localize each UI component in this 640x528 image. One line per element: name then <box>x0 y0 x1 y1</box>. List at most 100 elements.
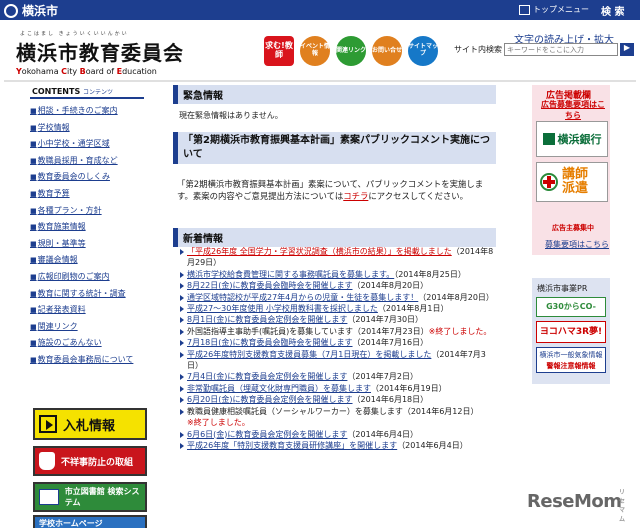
city-name: 横浜市 <box>22 4 59 18</box>
sidebar-item-budget[interactable]: 教育予算 <box>30 186 144 203</box>
news-item: 通学区域特認校が平成27年4月からの児童・生徒を募集します！（2014年8月20… <box>179 292 497 303</box>
sidebar-item-council[interactable]: 審議会情報 <box>30 252 144 269</box>
news-link[interactable]: 8月1日(金)に教育委員会定例会を開催します <box>187 315 347 324</box>
g30-banner[interactable]: G30からCO-DO30へ <box>536 297 606 329</box>
red-cross-icon <box>540 173 558 191</box>
yokohama-3r-banner[interactable]: ヨコハマ3R夢! <box>536 321 606 343</box>
bank-logo-icon <box>542 133 555 145</box>
news-ended: ※終了しました。 <box>187 418 250 428</box>
news-link[interactable]: 6月6日(金)に教育委員会定例会を開催します <box>187 430 347 439</box>
news-item: 7月4日(金)に教育委員会定例会を開催します（2014年7月2日） <box>179 371 497 382</box>
news-link[interactable]: 平成26年度「特別支援教育支援員研修講座」を開催します <box>187 441 397 450</box>
sidebar-item-board-structure[interactable]: 教育委員会のしくみ <box>30 169 144 186</box>
news-link[interactable]: 非常勤嘱託員（埋蔵文化財専門職員）を募集します <box>187 384 371 393</box>
sidebar-item-plans[interactable]: 各種プラン・方針 <box>30 203 144 220</box>
news-item: 平成26年度特別支援教育支援員募集（7月1日現在）を掲載しました（2014年7月… <box>179 349 497 372</box>
home-icon <box>519 4 530 15</box>
related-links-button[interactable]: 関連リンク <box>336 36 366 66</box>
contact-button[interactable]: お問い合せ <box>372 36 402 66</box>
search-button[interactable]: ▶ <box>620 43 634 56</box>
lecturer-dispatch-ad[interactable]: 講師 派遣 <box>536 162 608 202</box>
notice-heading: 「第2期横浜市教育振興基本計画」素案パブリックコメント実施について <box>173 132 496 164</box>
search-input[interactable] <box>504 43 618 56</box>
lecturer-text: 講師 派遣 <box>562 167 589 196</box>
news-item: 横浜市学校給食費管理に関する事務嘱託員を募集します。（2014年8月25日） <box>179 269 497 280</box>
site-logo[interactable]: よこはまし きょういくいいんかい 横浜市教育委員会 Yokohama City … <box>16 30 184 76</box>
news-item: 外国語指導主事助手(嘱託員)を募集しています（2014年7月23日）※終了しまし… <box>179 326 497 337</box>
sidebar-item-staff-recruit[interactable]: 教職員採用・育成など <box>30 153 144 170</box>
header-divider <box>4 80 636 82</box>
notice-body: 「第2期横浜市教育振興基本計画」素案について、パブリックコメントを実施します。素… <box>177 179 484 201</box>
sidebar-item-policy[interactable]: 教育施策情報 <box>30 219 144 236</box>
sidebar-item-press[interactable]: 記者発表資料 <box>30 302 144 319</box>
news-item: 6月6日(金)に教育委員会定例会を開催します（2014年6月4日） <box>179 429 497 440</box>
bank-name: 横浜銀行 <box>557 133 602 146</box>
arrow-icon <box>39 415 57 433</box>
news-link[interactable]: 「平成26年度 全国学力・学習状況調査（横浜市の結果）」を掲載しました <box>187 247 452 256</box>
sidebar-item-facilities[interactable]: 施設のごあんない <box>30 335 144 352</box>
advertiser-wanted-link[interactable]: 募集要項はこちら <box>545 239 609 250</box>
event-info-button[interactable]: イベント情報 <box>300 36 330 66</box>
top-search-link[interactable]: 検 索 <box>601 3 624 18</box>
library-search-label: 市立図書館 検索システム <box>64 487 140 507</box>
book-icon <box>39 489 59 505</box>
sidebar-item-rules[interactable]: 規則・基準等 <box>30 236 144 253</box>
news-item: 平成26年度「特別支援教育支援員研修講座」を開催します（2014年6月4日） <box>179 440 497 451</box>
news-item: 7月18日(金)に教育委員会臨時会を開催します（2014年7月16日） <box>179 337 497 348</box>
news-link[interactable]: 7月4日(金)に教育委員会定例会を開催します <box>187 372 347 381</box>
search-label: サイト内検索 <box>454 45 502 54</box>
news-text: 教職員健康相談嘱託員（ソーシャルワーカー）を募集します <box>187 406 403 416</box>
news-list: 「平成26年度 全国学力・学習状況調査（横浜市の結果）」を掲載しました（2014… <box>179 246 497 451</box>
sidebar-item-statistics[interactable]: 教育に関する統計・調査 <box>30 286 144 303</box>
sidebar-item-links[interactable]: 関連リンク <box>30 319 144 336</box>
news-item: 教職員健康相談嘱託員（ソーシャルワーカー）を募集します（2014年6月12日） ※… <box>179 406 497 429</box>
sidebar-item-school-info[interactable]: 学校情報 <box>30 120 144 137</box>
sidebar-item-school-district[interactable]: 小中学校・通学区域 <box>30 136 144 153</box>
teacher-recruit-button[interactable]: 求む!教師 <box>264 36 294 66</box>
logo-ruby: よこはまし きょういくいいんかい <box>20 31 129 37</box>
news-link[interactable]: 平成26年度特別支援教育支援員募集（7月1日現在）を掲載しました <box>187 350 431 359</box>
school-homepage-label: 学校ホームページ <box>39 518 103 528</box>
news-link[interactable]: 横浜市学校給食費管理に関する事務嘱託員を募集します。 <box>187 270 394 279</box>
news-item: 8月22日(金)に教育委員会臨時会を開催します（2014年8月20日） <box>179 280 497 291</box>
sidebar: CONTENTS コンテンツ 相談・手続きのご案内 学校情報 小中学校・通学区域… <box>30 87 144 368</box>
notice-link[interactable]: コチラ <box>343 191 368 201</box>
sidebar-list: 相談・手続きのご案内 学校情報 小中学校・通学区域 教職員採用・育成など 教育委… <box>30 103 144 368</box>
header-icons: 求む!教師 イベント情報 関連リンク お問い合せ サイトマップ <box>264 36 438 66</box>
hand-stop-icon <box>39 452 55 470</box>
news-link[interactable]: 平成27～30年度使用 小学校用教科書を採択しました <box>187 304 378 313</box>
resemom-watermark: ReseMom リセマム <box>527 489 625 523</box>
sidebar-item-publications[interactable]: 広報印刷物のご案内 <box>30 269 144 286</box>
top-bar: 横浜市 トップメニュー 検 索 <box>0 0 640 20</box>
logo-english: Yokohama City Board of Education <box>16 67 157 76</box>
news-item: 8月1日(金)に教育委員会定例会を開催します（2014年7月30日） <box>179 314 497 325</box>
sidebar-item-consultation[interactable]: 相談・手続きのご案内 <box>30 103 144 120</box>
news-heading: 新着情報 <box>173 228 496 247</box>
emergency-heading: 緊急情報 <box>173 85 496 104</box>
emergency-text: 現在緊急情報はありません。 <box>179 111 283 120</box>
school-homepage-banner[interactable]: 学校ホームページ <box>33 515 147 528</box>
fraud-prevention-banner[interactable]: 不祥事防止の取組 <box>33 446 147 476</box>
news-text: 外国語指導主事助手(嘱託員)を募集しています <box>187 326 354 336</box>
library-search-banner[interactable]: 市立図書館 検索システム <box>33 482 147 512</box>
city-link[interactable]: 横浜市 <box>4 2 58 19</box>
news-item: 「平成26年度 全国学力・学習状況調査（横浜市の結果）」を掲載しました（2014… <box>179 246 497 269</box>
sitemap-button[interactable]: サイトマップ <box>408 36 438 66</box>
news-item: 非常勤嘱託員（埋蔵文化財専門職員）を募集します（2014年6月19日） <box>179 383 497 394</box>
city-pr-title: 横浜市事業PR <box>537 284 588 293</box>
fraud-prevention-label: 不祥事防止の取組 <box>61 457 134 468</box>
emergency-section: 緊急情報 現在緊急情報はありません。 <box>173 85 496 121</box>
top-menu-link[interactable]: トップメニュー <box>519 4 589 15</box>
news-link[interactable]: 7月18日(金)に教育委員会臨時会を開催します <box>187 338 353 347</box>
top-menu-label: トップメニュー <box>533 5 589 14</box>
bid-info-label: 入札情報 <box>63 418 116 434</box>
news-link[interactable]: 8月22日(金)に教育委員会臨時会を開催します <box>187 281 353 290</box>
news-link[interactable]: 6月20日(金)に教育委員会定例会を開催します <box>187 395 353 404</box>
news-link[interactable]: 通学区域特認校が平成27年4月からの児童・生徒を募集します！ <box>187 293 418 302</box>
ad-recruit-link[interactable]: 広告募集要項はこちら <box>539 99 607 121</box>
bid-info-banner[interactable]: 入札情報 <box>33 408 147 440</box>
weather-warning-banner[interactable]: 横浜市一般気象情報 警報注意報情報 <box>536 347 606 373</box>
news-item: 平成27～30年度使用 小学校用教科書を採択しました（2014年8月1日） <box>179 303 497 314</box>
sidebar-item-secretariat[interactable]: 教育委員会事務局について <box>30 352 144 368</box>
yokohama-bank-ad[interactable]: 横浜銀行 <box>536 121 608 157</box>
